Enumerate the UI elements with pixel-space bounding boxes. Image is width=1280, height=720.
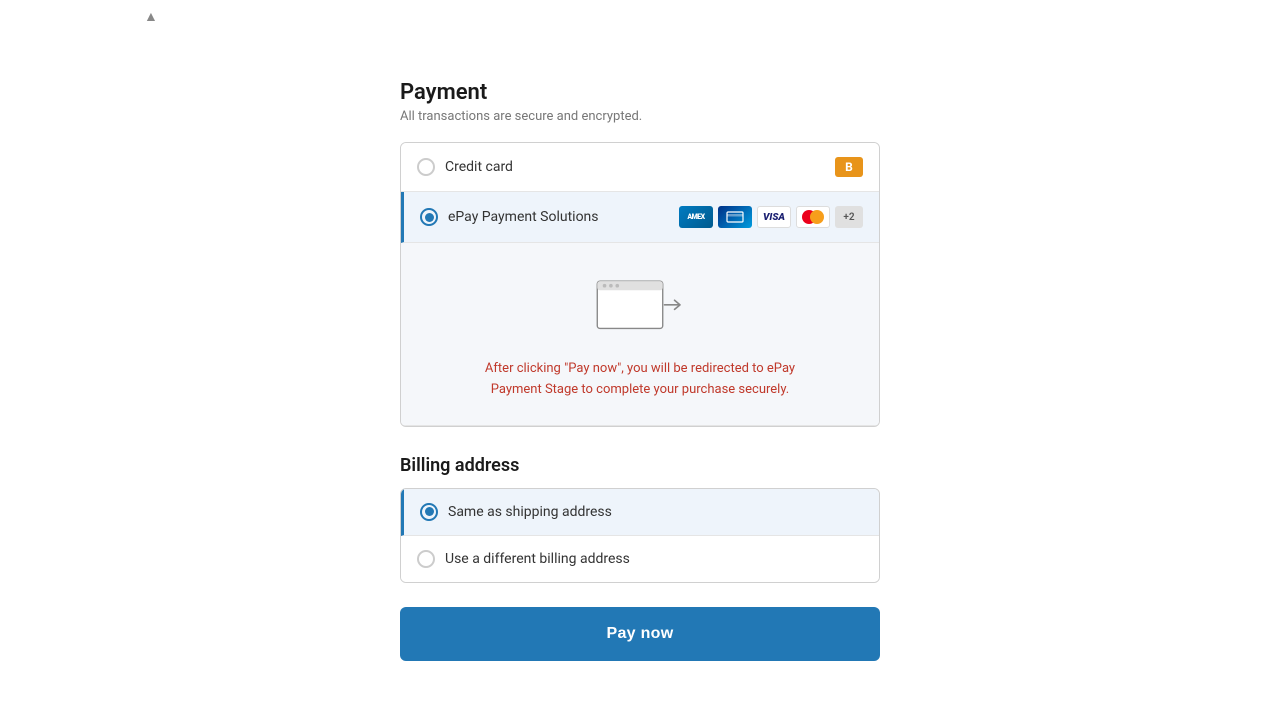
debit-icon xyxy=(718,206,752,228)
redirect-description: After clicking "Pay now", you will be re… xyxy=(485,359,795,401)
epay-label: ePay Payment Solutions xyxy=(448,209,669,225)
redirect-text-line1: After clicking "Pay now", you will be re… xyxy=(485,361,795,376)
mastercard-icon xyxy=(796,206,830,228)
redirect-panel: After clicking "Pay now", you will be re… xyxy=(401,243,879,426)
epay-radio[interactable] xyxy=(420,208,438,226)
plus-more-badge: +2 xyxy=(835,206,863,228)
credit-card-radio[interactable] xyxy=(417,158,435,176)
billing-options-container: Same as shipping address Use a different… xyxy=(400,488,880,583)
different-billing-label: Use a different billing address xyxy=(445,551,630,567)
browser-redirect-icon xyxy=(590,273,690,343)
visa-icon: VISA xyxy=(757,206,791,228)
payment-option-credit-card[interactable]: Credit card B xyxy=(401,143,879,192)
same-shipping-label: Same as shipping address xyxy=(448,504,612,520)
amex-icon: AMEX xyxy=(679,206,713,228)
payment-title: Payment xyxy=(400,80,880,105)
content-area: Payment All transactions are secure and … xyxy=(400,80,880,661)
payment-options-container: Credit card B ePay Payment Solutions AME… xyxy=(400,142,880,427)
credit-card-badge: B xyxy=(835,157,863,177)
billing-title: Billing address xyxy=(400,455,880,476)
redirect-text-line2: Payment Stage to complete your purchase … xyxy=(491,382,789,397)
epay-card-icons: AMEX VISA xyxy=(679,206,863,228)
different-billing-radio[interactable] xyxy=(417,550,435,568)
billing-option-same-shipping[interactable]: Same as shipping address xyxy=(401,489,879,536)
credit-card-label: Credit card xyxy=(445,159,825,175)
page-container: ▲ Payment All transactions are secure an… xyxy=(0,0,1280,720)
payment-subtitle: All transactions are secure and encrypte… xyxy=(400,109,880,124)
same-shipping-radio[interactable] xyxy=(420,503,438,521)
chevron-up-icon[interactable]: ▲ xyxy=(144,8,158,25)
billing-option-different[interactable]: Use a different billing address xyxy=(401,536,879,582)
payment-option-epay[interactable]: ePay Payment Solutions AMEX VISA xyxy=(401,192,879,243)
pay-now-button[interactable]: Pay now xyxy=(400,607,880,661)
